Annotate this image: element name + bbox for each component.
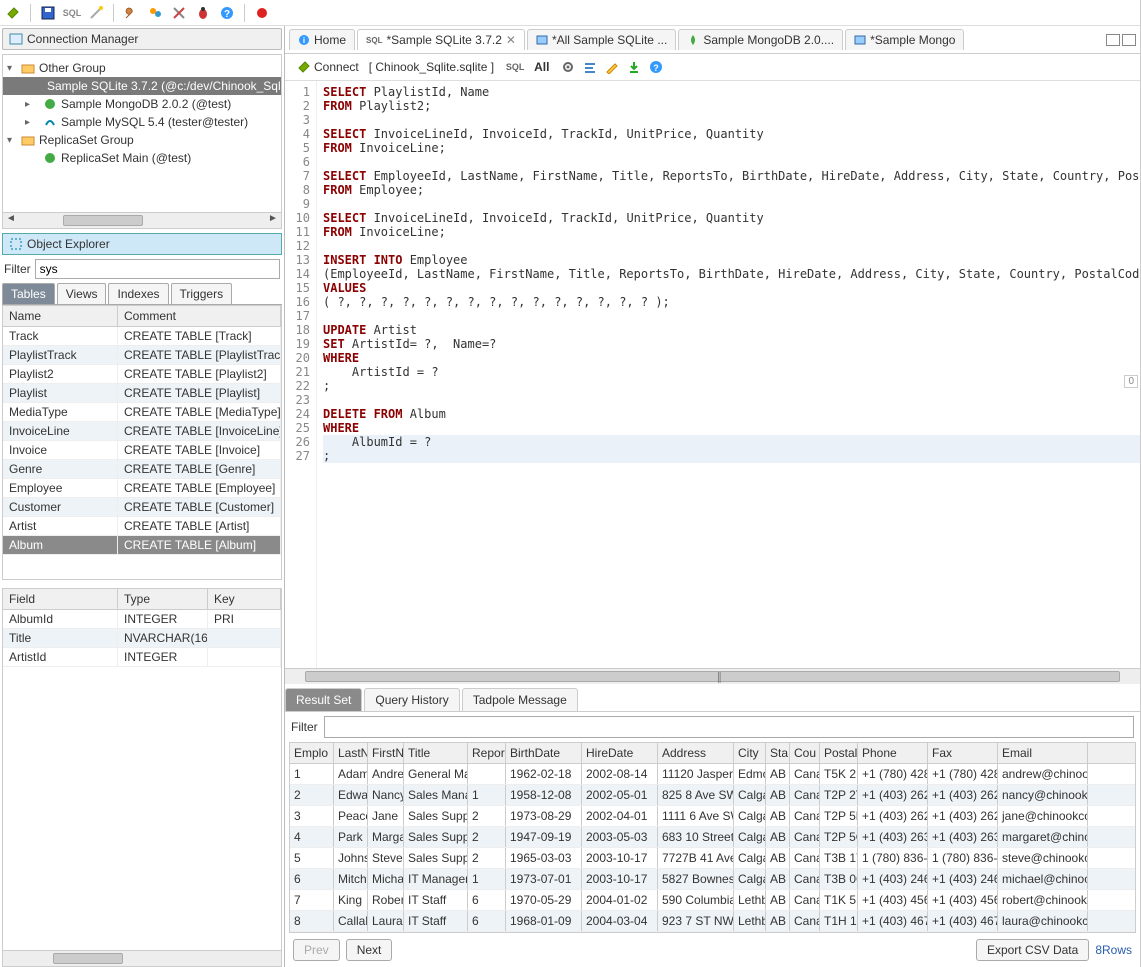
sql-editor[interactable]: SELECT PlaylistId, NameFROM Playlist2; S… xyxy=(317,81,1140,668)
connection-tree[interactable]: ▾Other GroupSample SQLite 3.7.2 (@c:/dev… xyxy=(2,54,282,229)
close-icon[interactable]: ✕ xyxy=(506,33,516,47)
result-row[interactable]: 5JohnsonSteveSales Support Agent21965-03… xyxy=(290,848,1135,869)
col-indicator: 0 xyxy=(1124,375,1138,388)
result-row[interactable]: 6MitchellMichaelIT Manager11973-07-01200… xyxy=(290,869,1135,890)
tree-hscroll[interactable]: ◄► xyxy=(3,212,281,228)
table-row[interactable]: TrackCREATE TABLE [Track] xyxy=(3,327,281,346)
result-row[interactable]: 4ParkMargaretSales Support Agent21947-09… xyxy=(290,827,1135,848)
result-row[interactable]: 3PeacockJaneSales Support Agent21973-08-… xyxy=(290,806,1135,827)
table-row[interactable]: GenreCREATE TABLE [Genre] xyxy=(3,460,281,479)
object-explorer-label: Object Explorer xyxy=(27,237,110,251)
svg-text:?: ? xyxy=(224,9,230,20)
obj-filter-input[interactable] xyxy=(35,259,280,279)
obj-tab-views[interactable]: Views xyxy=(57,283,107,304)
table-row[interactable]: MediaTypeCREATE TABLE [MediaType] xyxy=(3,403,281,422)
object-tabs: TablesViewsIndexesTriggers xyxy=(2,283,282,305)
run-sql-icon[interactable]: SQL xyxy=(506,58,524,76)
field-row[interactable]: ArtistIdINTEGER xyxy=(3,648,281,667)
editor-toolbar: Connect [ Chinook_Sqlite.sqlite ] SQL Al… xyxy=(285,54,1140,81)
users-icon[interactable] xyxy=(146,4,164,22)
results-tab[interactable]: Tadpole Message xyxy=(462,688,578,711)
table-row[interactable]: PlaylistCREATE TABLE [Playlist] xyxy=(3,384,281,403)
results-tabs: Result SetQuery HistoryTadpole Message xyxy=(285,688,1140,712)
field-row[interactable]: TitleNVARCHAR(160) xyxy=(3,629,281,648)
table-row[interactable]: InvoiceCREATE TABLE [Invoice] xyxy=(3,441,281,460)
panel-title-text: Connection Manager xyxy=(27,32,138,46)
prev-button[interactable]: Prev xyxy=(293,939,340,961)
results-filter-input[interactable] xyxy=(324,716,1134,738)
tree-connection[interactable]: Sample SQLite 3.7.2 (@c:/dev/Chinook_Sql… xyxy=(3,77,281,95)
panel-icon xyxy=(9,32,23,46)
next-button[interactable]: Next xyxy=(346,939,393,961)
tools-icon[interactable] xyxy=(170,4,188,22)
connect-button[interactable]: Connect xyxy=(291,58,365,76)
obj-filter-label: Filter xyxy=(4,262,31,276)
table-row[interactable]: PlaylistTrackCREATE TABLE [PlaylistTrack… xyxy=(3,346,281,365)
sql-icon[interactable]: SQL xyxy=(63,4,81,22)
obj-tab-tables[interactable]: Tables xyxy=(2,283,55,304)
svg-text:i: i xyxy=(303,36,305,45)
run-all-button[interactable]: All xyxy=(528,58,555,76)
object-explorer-title: Object Explorer xyxy=(2,233,282,255)
magic-icon[interactable] xyxy=(87,4,105,22)
editor-tab[interactable]: *Sample Mongo xyxy=(845,29,964,50)
save-icon[interactable] xyxy=(39,4,57,22)
row-count-link[interactable]: 8Rows xyxy=(1095,943,1132,957)
editor-hscroll[interactable]: ║ xyxy=(285,668,1140,684)
pencil-icon[interactable] xyxy=(603,58,621,76)
result-row[interactable]: 8CallahanLauraIT Staff61968-01-092004-03… xyxy=(290,911,1135,932)
help-icon[interactable]: ? xyxy=(218,4,236,22)
window-controls[interactable] xyxy=(1106,34,1136,46)
wrench-icon[interactable] xyxy=(122,4,140,22)
svg-text:?: ? xyxy=(654,63,660,73)
export-csv-button[interactable]: Export CSV Data xyxy=(976,939,1089,961)
table-row[interactable]: EmployeeCREATE TABLE [Employee] xyxy=(3,479,281,498)
results-tab[interactable]: Result Set xyxy=(285,688,362,711)
editor-tab[interactable]: SQL*Sample SQLite 3.7.2✕ xyxy=(357,29,525,50)
table-row[interactable]: InvoiceLineCREATE TABLE [InvoiceLine] xyxy=(3,422,281,441)
tables-list[interactable]: NameCommentTrackCREATE TABLE [Track]Play… xyxy=(2,305,282,580)
result-grid[interactable]: EmploLastNFirstNTitleReporBirthDateHireD… xyxy=(289,742,1136,933)
editor-tab[interactable]: *All Sample SQLite ... xyxy=(527,29,676,50)
tree-group[interactable]: ▾ReplicaSet Group xyxy=(3,131,281,149)
tree-group[interactable]: ▾Other Group xyxy=(3,59,281,77)
tree-connection[interactable]: ▸Sample MongoDB 2.0.2 (@test) xyxy=(3,95,281,113)
line-gutter: 1234567891011121314151617181920212223242… xyxy=(285,81,317,668)
tree-connection[interactable]: ▸Sample MySQL 5.4 (tester@tester) xyxy=(3,113,281,131)
main-toolbar: SQL ? xyxy=(0,0,1140,26)
connection-manager-title: Connection Manager xyxy=(2,28,282,50)
result-row[interactable]: 2EdwardsNancySales Manager11958-12-08200… xyxy=(290,785,1135,806)
table-row[interactable]: AlbumCREATE TABLE [Album] xyxy=(3,536,281,555)
table-row[interactable]: ArtistCREATE TABLE [Artist] xyxy=(3,517,281,536)
explorer-icon xyxy=(9,237,23,251)
results-tab[interactable]: Query History xyxy=(364,688,459,711)
table-row[interactable]: CustomerCREATE TABLE [Customer] xyxy=(3,498,281,517)
bug-icon[interactable] xyxy=(194,4,212,22)
result-row[interactable]: 1AdamsAndrewGeneral Manager1962-02-18200… xyxy=(290,764,1135,785)
editor-tab[interactable]: iHome xyxy=(289,29,355,50)
fields-list[interactable]: FieldTypeKeyAlbumIdINTEGERPRITitleNVARCH… xyxy=(2,588,282,967)
record-icon[interactable] xyxy=(253,4,271,22)
editor-tabs: iHomeSQL*Sample SQLite 3.7.2✕*All Sample… xyxy=(285,26,1140,54)
result-row[interactable]: 7KingRobertIT Staff61970-05-292004-01-02… xyxy=(290,890,1135,911)
editor-tab[interactable]: Sample MongoDB 2.0.... xyxy=(678,29,843,50)
tree-connection[interactable]: ReplicaSet Main (@test) xyxy=(3,149,281,167)
obj-tab-indexes[interactable]: Indexes xyxy=(108,283,168,304)
results-filter-label: Filter xyxy=(291,720,318,734)
table-row[interactable]: Playlist2CREATE TABLE [Playlist2] xyxy=(3,365,281,384)
gear-icon[interactable] xyxy=(559,58,577,76)
format-icon[interactable] xyxy=(581,58,599,76)
download-icon[interactable] xyxy=(625,58,643,76)
plug-icon[interactable] xyxy=(4,4,22,22)
connected-filename: [ Chinook_Sqlite.sqlite ] xyxy=(369,60,494,74)
obj-tab-triggers[interactable]: Triggers xyxy=(171,283,233,304)
help-icon-2[interactable]: ? xyxy=(647,58,665,76)
field-row[interactable]: AlbumIdINTEGERPRI xyxy=(3,610,281,629)
